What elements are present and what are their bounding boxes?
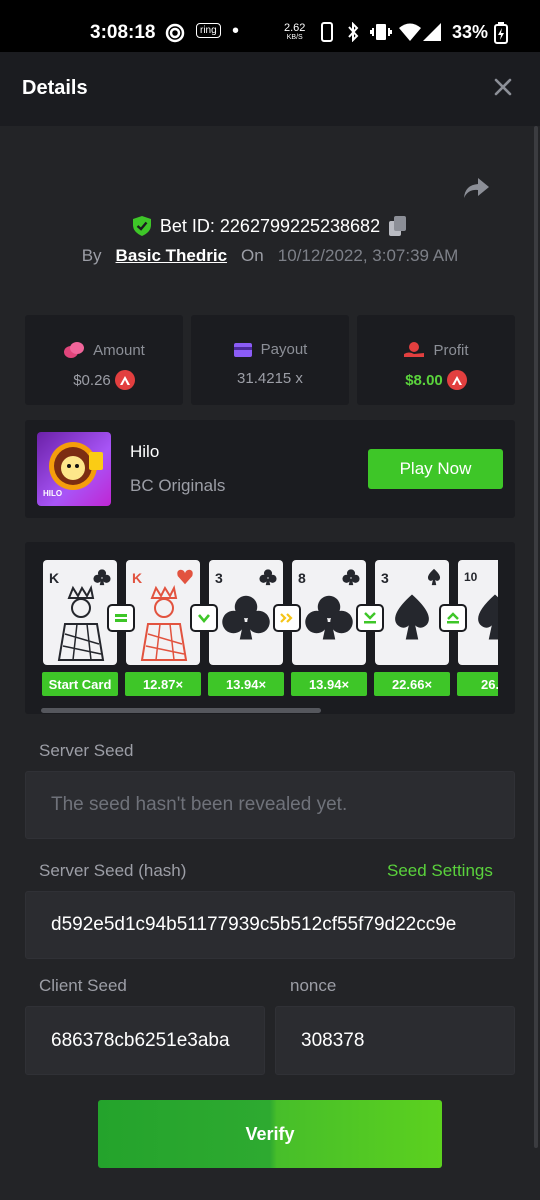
verify-button[interactable]: Verify — [98, 1100, 442, 1168]
server-seed-placeholder: The seed hasn't been revealed yet. — [51, 794, 348, 815]
stat-value: $0.26 — [73, 371, 111, 389]
server-seed-field[interactable]: The seed hasn't been revealed yet. — [25, 771, 515, 839]
lower-or-equal-icon — [358, 606, 382, 630]
stat-label: Profit — [433, 341, 469, 359]
close-icon — [494, 78, 512, 96]
seed-settings-link[interactable]: Seed Settings — [387, 861, 493, 881]
share-button[interactable] — [462, 176, 490, 202]
status-time: 3:08:18 — [90, 22, 156, 43]
skip-icon — [275, 606, 299, 630]
bet-id-row: Bet ID: 2262799225238682 — [0, 213, 540, 239]
king-figure-icon — [57, 584, 105, 661]
client-seed-field[interactable]: 686378cb6251e3aba — [25, 1006, 265, 1075]
notification-dot: • — [232, 20, 240, 42]
battery-charging-icon — [494, 22, 508, 49]
wifi-icon — [398, 22, 422, 47]
game-provider: BC Originals — [130, 476, 226, 495]
play-now-button[interactable]: Play Now — [368, 449, 503, 489]
bet-author-row: By Basic Thedric On 10/12/2022, 3:07:39 … — [0, 246, 540, 266]
server-seed-hash-value: d592e5d1c94b51177939c5b512cf55f79d22cc9e — [51, 914, 457, 935]
stat-label: Amount — [93, 341, 145, 359]
battery-percent: 33% — [452, 22, 489, 42]
chevron-down-icon — [192, 606, 216, 630]
multiplier-badge: 13.94× — [291, 672, 367, 696]
client-seed-value: 686378cb6251e3aba — [51, 1029, 230, 1051]
club-suit-icon — [222, 595, 270, 640]
game-thumbnail[interactable]: HILO — [37, 432, 111, 506]
by-label: By — [81, 246, 102, 265]
bet-id: Bet ID: 2262799225238682 — [159, 215, 381, 236]
cards-track: K Start Card K 12.87× 3 13.94× 8 13.94× … — [42, 560, 498, 698]
phone-icon — [320, 22, 334, 47]
copy-icon[interactable] — [388, 215, 408, 237]
stat-value: 31.4215 x — [237, 370, 303, 387]
stat-profit: Profit $8.00 — [357, 315, 515, 405]
nonce-label: nonce — [290, 976, 337, 995]
club-suit-icon — [342, 569, 360, 586]
network-speed-unit: KB/S — [286, 34, 303, 41]
game-thumb-label: HILO — [43, 489, 63, 498]
club-suit-icon — [259, 569, 277, 586]
network-speed: 2.62 KB/S — [284, 23, 305, 42]
details-header: Details — [0, 52, 540, 126]
card-rank: 3 — [381, 570, 389, 586]
server-seed-hash-field[interactable]: d592e5d1c94b51177939c5b512cf55f79d22cc9e — [25, 891, 515, 959]
close-button[interactable] — [490, 74, 516, 100]
multiplier-badge: 26.7 — [457, 672, 498, 696]
higher-or-equal-icon — [441, 606, 465, 630]
stat-amount: Amount $0.26 — [25, 315, 183, 405]
sync-icon — [164, 22, 186, 49]
game-name: Hilo — [130, 442, 160, 461]
page-title: Details — [22, 77, 88, 99]
card-rank: 8 — [298, 570, 306, 586]
playing-card: 8 — [292, 560, 366, 665]
ring-app-icon: ring — [196, 23, 221, 38]
equal-indicator-icon — [109, 606, 133, 630]
currency-coin-icon — [114, 370, 135, 390]
coins-icon — [64, 342, 85, 358]
client-seed-label: Client Seed — [39, 976, 127, 995]
user-link[interactable]: Basic Thedric — [116, 246, 228, 266]
wallet-icon — [233, 342, 252, 357]
verified-shield-icon — [132, 216, 151, 236]
vibrate-icon — [370, 22, 392, 47]
cell-signal-icon — [422, 22, 442, 47]
spade-suit-icon — [395, 594, 429, 640]
card-rank: 3 — [215, 570, 223, 586]
hand-coin-icon — [404, 342, 425, 357]
stat-label: Payout — [260, 341, 308, 358]
playing-card: 3 — [209, 560, 283, 665]
playing-card: 3 — [375, 560, 449, 665]
on-label: On — [241, 246, 264, 265]
multiplier-badge: Start Card — [42, 672, 118, 696]
horizontal-scrollbar[interactable] — [41, 708, 321, 713]
nonce-field[interactable]: 308378 — [275, 1006, 515, 1075]
server-seed-hash-label: Server Seed (hash) — [39, 861, 187, 880]
card-rank: 10 — [464, 570, 478, 584]
spade-suit-icon — [478, 594, 498, 640]
vertical-scrollbar[interactable] — [534, 126, 538, 1148]
playing-card: K — [126, 560, 200, 665]
playing-card: K — [43, 560, 117, 665]
server-seed-label: Server Seed — [39, 741, 134, 760]
nonce-value: 308378 — [301, 1029, 365, 1051]
spade-suit-icon — [427, 568, 441, 586]
club-suit-icon — [305, 595, 353, 640]
king-figure-icon — [140, 584, 188, 661]
multiplier-badge: 22.66× — [374, 672, 450, 696]
stat-value: $8.00 — [405, 371, 443, 389]
status-bar: 3:08:18 ring • 2.62 KB/S 33% — [0, 0, 540, 52]
currency-coin-icon — [446, 370, 467, 390]
multiplier-badge: 12.87× — [125, 672, 201, 696]
stat-payout: Payout 31.4215 x — [191, 315, 349, 405]
cards-history[interactable]: K Start Card K 12.87× 3 13.94× 8 13.94× … — [25, 542, 515, 714]
multiplier-badge: 13.94× — [208, 672, 284, 696]
share-icon — [464, 178, 489, 198]
game-card: HILO Hilo BC Originals Play Now — [25, 420, 515, 518]
bet-date: 10/12/2022, 3:07:39 AM — [277, 246, 459, 265]
bluetooth-icon — [346, 21, 360, 47]
